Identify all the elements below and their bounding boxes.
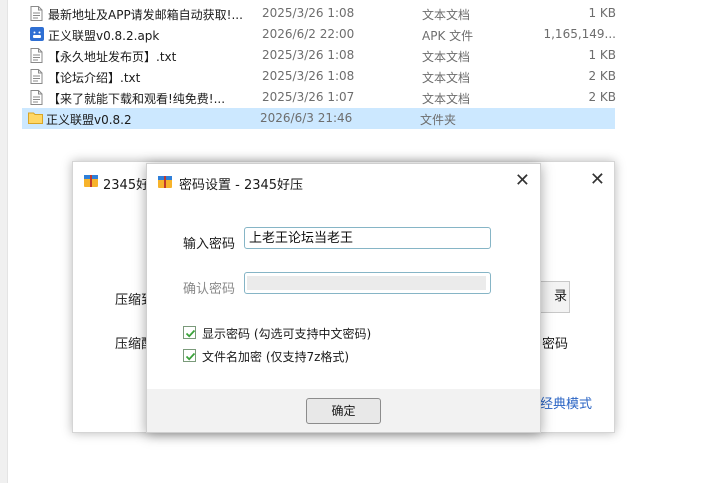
password-dialog: 密码设置 - 2345好压 ✕ 输入密码 上老王论坛当老王 确认密码 显示密码 … — [146, 163, 541, 433]
file-date: 2025/3/26 1:08 — [262, 6, 355, 20]
password-dialog-titlebar: 密码设置 - 2345好压 ✕ — [147, 164, 540, 200]
close-icon[interactable]: ✕ — [515, 170, 530, 191]
compress-dialog-close-icon[interactable]: ✕ — [590, 169, 605, 190]
file-size: 1 KB — [588, 6, 616, 20]
file-type: 文本文档 — [422, 92, 471, 106]
ok-button[interactable]: 确定 — [306, 398, 381, 424]
password-dialog-title: 密码设置 - 2345好压 — [179, 178, 304, 193]
file-row[interactable]: 最新地址及APP请发邮箱自动获取!... 2025/3/26 1:08 文本文档 1 … — [24, 3, 624, 24]
text-doc-icon — [30, 6, 43, 21]
password-input[interactable]: 上老王论坛当老王 — [244, 227, 491, 249]
file-row[interactable]: 【永久地址发布页】.txt 2025/3/26 1:08 文本文档 1 KB — [24, 45, 624, 66]
file-size: 1 KB — [588, 48, 616, 62]
compress-dialog-title: 2345好 — [103, 178, 150, 193]
file-type: APK 文件 — [422, 29, 474, 43]
file-type: 文本文档 — [422, 8, 471, 22]
browse-button[interactable]: 录 — [538, 281, 570, 313]
encrypt-filename-checkbox[interactable] — [183, 349, 196, 362]
confirm-password-disabled-fill — [247, 276, 486, 290]
file-size: 2 KB — [588, 69, 616, 83]
folder-icon — [28, 111, 43, 126]
file-row[interactable]: 【论坛介绍】.txt 2025/3/26 1:08 文本文档 2 KB — [24, 66, 624, 87]
show-password-checkbox[interactable] — [183, 326, 196, 339]
file-date: 2026/6/2 22:00 — [262, 27, 355, 41]
file-row[interactable]: 正义联盟v0.8.2 2026/6/3 21:46 文件夹 — [22, 108, 615, 129]
text-doc-icon — [30, 90, 43, 105]
classic-mode-link[interactable]: 经典模式 — [540, 393, 592, 412]
file-row[interactable]: 【来了就能下载和观看!纯免费!... 2025/3/26 1:07 文本文档 2 KB — [24, 87, 624, 108]
file-date: 2025/3/26 1:08 — [262, 69, 355, 83]
file-name: 最新地址及APP请发邮箱自动获取!... — [48, 8, 243, 22]
file-size: 2 KB — [588, 90, 616, 104]
app-logo-icon — [157, 174, 173, 193]
checkmark-icon — [185, 352, 196, 361]
encrypt-filename-label: 文件名加密 (仅支持7z格式) — [202, 350, 350, 364]
file-type: 文件夹 — [420, 113, 457, 127]
file-type: 文本文档 — [422, 71, 471, 85]
checkmark-icon — [185, 329, 196, 338]
confirm-password-label: 确认密码 — [183, 282, 236, 297]
file-date: 2025/3/26 1:07 — [262, 90, 355, 104]
file-name: 正义联盟v0.8.2 — [46, 113, 132, 127]
show-password-label: 显示密码 (勾选可支持中文密码) — [202, 327, 372, 341]
file-name: 【永久地址发布页】.txt — [48, 50, 177, 64]
file-type: 文本文档 — [422, 50, 471, 64]
file-row[interactable]: 正义联盟v0.8.2.apk 2026/6/2 22:00 APK 文件 1,165,… — [24, 24, 624, 45]
text-doc-icon — [30, 69, 43, 84]
text-doc-icon — [30, 48, 43, 63]
confirm-password-input[interactable] — [244, 272, 491, 294]
app-logo-icon — [83, 173, 99, 192]
file-name: 【论坛介绍】.txt — [48, 71, 141, 85]
enter-password-label: 输入密码 — [183, 237, 236, 252]
file-name: 正义联盟v0.8.2.apk — [48, 29, 160, 43]
file-name: 【来了就能下载和观看!纯免费!... — [48, 92, 226, 106]
password-label-partial: 密码 — [542, 337, 569, 352]
file-size: 1,165,149... — [543, 27, 616, 41]
file-date: 2026/6/3 21:46 — [260, 111, 353, 125]
file-date: 2025/3/26 1:08 — [262, 48, 355, 62]
explorer-left-pane — [0, 0, 8, 483]
apk-icon — [30, 27, 44, 42]
